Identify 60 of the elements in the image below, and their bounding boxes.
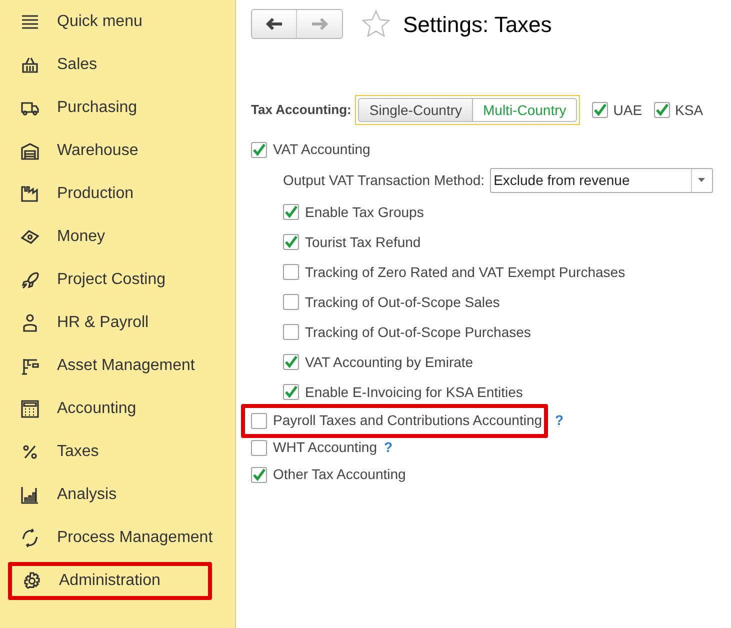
checkbox[interactable] bbox=[283, 354, 299, 370]
bar-chart-icon bbox=[20, 484, 40, 504]
dropdown-field[interactable]: Exclude from revenue bbox=[490, 168, 713, 192]
checkbox[interactable] bbox=[251, 440, 267, 456]
checkbox[interactable] bbox=[283, 234, 299, 250]
checkbox[interactable] bbox=[283, 264, 299, 280]
cycle-icon bbox=[20, 528, 40, 548]
sidebar-item[interactable]: HR & Payroll bbox=[57, 310, 149, 334]
star-icon[interactable] bbox=[361, 9, 391, 39]
toggle-option[interactable]: Single-Country bbox=[358, 98, 473, 122]
checkbox[interactable] bbox=[283, 294, 299, 310]
factory-icon bbox=[20, 184, 40, 204]
sidebar-item[interactable]: Project Costing bbox=[57, 268, 166, 292]
checkbox[interactable] bbox=[283, 384, 299, 400]
checkbox-label[interactable]: Tracking of Out-of-Scope Sales bbox=[305, 292, 500, 312]
checkbox[interactable] bbox=[251, 142, 267, 158]
checkbox-label[interactable]: Tracking of Out-of-Scope Purchases bbox=[305, 322, 531, 342]
rocket-icon bbox=[20, 270, 40, 290]
warehouse-icon bbox=[20, 140, 40, 160]
sidebar-item[interactable]: Process Management bbox=[57, 526, 213, 550]
calculator-icon bbox=[20, 398, 40, 418]
checkbox-label[interactable]: Tourist Tax Refund bbox=[305, 232, 421, 252]
sidebar-item[interactable]: Quick menu bbox=[57, 10, 142, 34]
sidebar-item[interactable]: Warehouse bbox=[57, 138, 138, 162]
help-link[interactable]: ? bbox=[555, 410, 564, 431]
checkbox-label[interactable]: Payroll Taxes and Contributions Accounting bbox=[273, 410, 542, 431]
sidebar-item[interactable]: Accounting bbox=[57, 396, 136, 420]
caret-icon bbox=[698, 178, 706, 182]
gear-icon bbox=[22, 570, 42, 590]
checkbox[interactable] bbox=[251, 466, 267, 482]
checkbox-label[interactable]: WHT Accounting bbox=[273, 437, 378, 458]
checkbox-label[interactable]: Tracking of Zero Rated and VAT Exempt Purchases bbox=[305, 262, 626, 282]
sidebar-item[interactable]: Production bbox=[57, 182, 134, 206]
checkbox[interactable] bbox=[251, 412, 267, 428]
left-arrow-icon bbox=[265, 17, 283, 31]
sidebar-item[interactable]: Purchasing bbox=[57, 96, 138, 120]
sidebar-item[interactable]: Money bbox=[57, 224, 106, 248]
checkbox[interactable] bbox=[654, 102, 670, 118]
checkbox-label[interactable]: Enable Tax Groups bbox=[305, 202, 424, 222]
basket-icon bbox=[20, 54, 40, 74]
checkbox-label[interactable]: UAE bbox=[613, 100, 642, 120]
sidebar-item[interactable]: Administration bbox=[59, 568, 160, 592]
right-arrow-icon bbox=[310, 17, 328, 31]
checkbox-label[interactable]: Other Tax Accounting bbox=[273, 464, 406, 485]
checkbox-label[interactable]: KSA bbox=[675, 100, 704, 120]
checkbox[interactable] bbox=[283, 204, 299, 220]
checkbox[interactable] bbox=[283, 324, 299, 340]
checkbox-label[interactable]: VAT Accounting bbox=[273, 139, 370, 160]
page-title: Settings: Taxes bbox=[403, 10, 552, 39]
checkbox[interactable] bbox=[592, 102, 608, 118]
sidebar-item[interactable]: Analysis bbox=[57, 482, 117, 506]
sidebar-item[interactable]: Sales bbox=[57, 52, 98, 76]
person-icon bbox=[20, 312, 40, 332]
checkbox-label[interactable]: Enable E-Invoicing for KSA Entities bbox=[305, 382, 523, 402]
sidebar-item[interactable]: Asset Management bbox=[57, 354, 195, 378]
checkbox-label[interactable]: VAT Accounting by Emirate bbox=[305, 352, 474, 372]
help-link[interactable]: ? bbox=[384, 437, 393, 458]
field-label: Tax Accounting: bbox=[251, 101, 352, 120]
sidebar-item[interactable]: Taxes bbox=[57, 440, 99, 464]
field-label: Output VAT Transaction Method: bbox=[283, 170, 485, 190]
